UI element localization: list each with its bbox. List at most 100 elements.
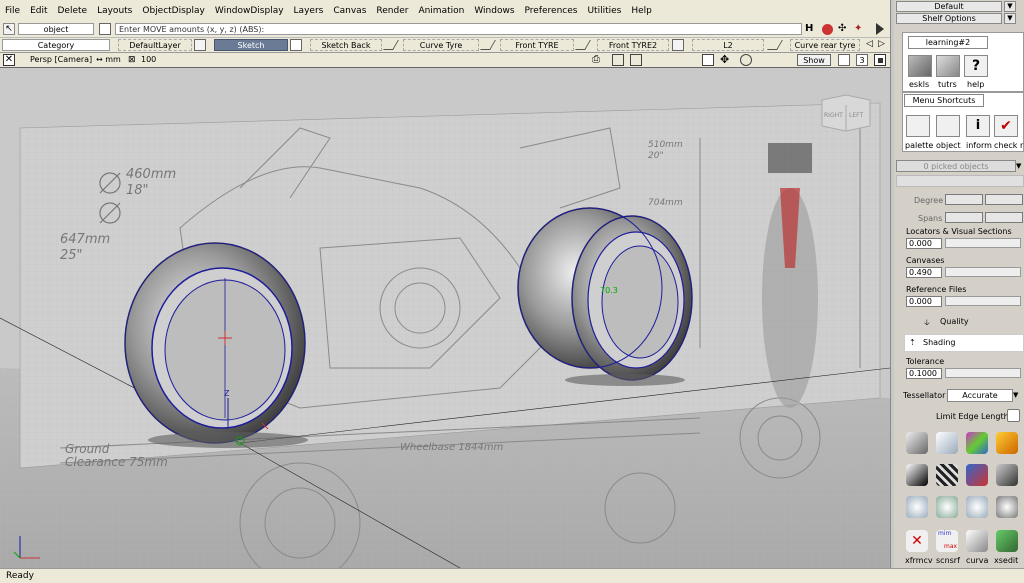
layer-l2[interactable]: L2: [692, 39, 764, 51]
shader-tool-icon-7[interactable]: [966, 464, 988, 486]
window-dots-icon[interactable]: [838, 54, 850, 66]
help-icon[interactable]: ?: [964, 55, 988, 77]
picked-dropdown-arrow-icon[interactable]: ▼: [1016, 160, 1024, 172]
look-icon[interactable]: [740, 54, 752, 66]
view-cube[interactable]: RIGHT LEFT: [821, 94, 871, 132]
sphere-tool-icon-4[interactable]: [996, 496, 1018, 518]
wave-icon[interactable]: ✦: [854, 23, 866, 35]
eskls-icon[interactable]: [908, 55, 932, 77]
dolly-icon[interactable]: [630, 54, 642, 66]
layer-category[interactable]: Category: [2, 39, 110, 51]
scnsrf-icon[interactable]: mim max: [936, 530, 958, 552]
canvases-value[interactable]: 0.490: [906, 267, 942, 278]
shader-tool-icon-2[interactable]: [936, 432, 958, 454]
inform-icon[interactable]: i: [966, 115, 990, 137]
degree-field-b[interactable]: [985, 194, 1023, 205]
tolerance-slider[interactable]: [945, 368, 1021, 378]
canvases-slider[interactable]: [945, 267, 1021, 277]
menu-shortcuts-tab[interactable]: Menu Shortcuts: [904, 94, 984, 107]
layer-scroll-left-icon[interactable]: ◁: [866, 39, 873, 49]
shader-tool-icon-3[interactable]: [966, 432, 988, 454]
locators-slider[interactable]: [945, 238, 1021, 248]
viewport-close-icon[interactable]: ✕: [3, 54, 15, 66]
quality-section[interactable]: 🡣 Quality: [896, 313, 1024, 331]
prompt-list-icon[interactable]: [99, 23, 111, 35]
camera-icon[interactable]: ⎙: [592, 54, 606, 66]
show-button[interactable]: Show: [797, 54, 831, 66]
xsedit-icon[interactable]: [996, 530, 1018, 552]
spans-field-a[interactable]: [945, 212, 983, 223]
locators-value[interactable]: 0.000: [906, 238, 942, 249]
menu-preferences[interactable]: Preferences: [520, 6, 583, 16]
menu-layouts[interactable]: Layouts: [92, 6, 137, 16]
tumble-icon[interactable]: ✥: [720, 54, 729, 66]
menu-canvas[interactable]: Canvas: [328, 6, 371, 16]
layer-curve-rear-tyre[interactable]: Curve rear tyre: [790, 39, 860, 51]
layer-scroll-right-icon[interactable]: ▷: [878, 39, 885, 49]
layer-sketch[interactable]: Sketch: [214, 39, 288, 51]
check-icon[interactable]: ✔: [994, 115, 1018, 137]
maximize-icon[interactable]: [874, 54, 886, 66]
menu-animation[interactable]: Animation: [413, 6, 469, 16]
history-icon[interactable]: H: [805, 23, 816, 35]
menu-help[interactable]: Help: [626, 6, 657, 16]
tessellator-arrow-icon[interactable]: ▼: [1013, 389, 1022, 402]
xfrmcv-icon[interactable]: ✕: [906, 530, 928, 552]
limit-edge-checkbox[interactable]: [1007, 409, 1020, 422]
sphere-tool-icon-1[interactable]: [906, 496, 928, 518]
layer-sketch-back-curve-icon[interactable]: [383, 40, 399, 50]
viewport-canvas[interactable]: 460mm 18" 647mm 25" 510mm 20" 704mm Grou…: [0, 68, 890, 568]
shader-tool-icon-8[interactable]: [996, 464, 1018, 486]
layer-curve-tyre-icon[interactable]: [480, 40, 496, 50]
palette-icon[interactable]: [906, 115, 930, 137]
layer-l2-icon[interactable]: [767, 40, 783, 50]
layer-front-tyre[interactable]: Front TYRE: [500, 39, 574, 51]
degree-field-a[interactable]: [945, 194, 983, 205]
tutrs-icon[interactable]: [936, 55, 960, 77]
menu-windows[interactable]: Windows: [469, 6, 519, 16]
shelf-options-arrow-icon[interactable]: ▼: [1004, 13, 1016, 24]
pick-color-icon[interactable]: [822, 24, 833, 35]
shading-section[interactable]: ⇡ Shading: [904, 334, 1024, 352]
menu-render[interactable]: Render: [371, 6, 413, 16]
layer-default-toggle[interactable]: [194, 39, 206, 51]
menu-file[interactable]: File: [0, 6, 25, 16]
spans-field-b[interactable]: [985, 212, 1023, 223]
move-input[interactable]: Enter MOVE amounts (x, y, z) (ABS):: [115, 23, 802, 35]
window-count[interactable]: 3: [856, 54, 868, 66]
sphere-tool-icon-3[interactable]: [966, 496, 988, 518]
layer-front-tyre2[interactable]: Front TYRE2: [597, 39, 669, 51]
viewport-camera-label[interactable]: Persp [Camera]: [30, 54, 92, 66]
menu-edit[interactable]: Edit: [25, 6, 52, 16]
shader-tool-icon-5[interactable]: [906, 464, 928, 486]
shader-tool-icon-6[interactable]: [936, 464, 958, 486]
layer-sketch-back[interactable]: Sketch Back: [310, 39, 382, 51]
shelf-options-button[interactable]: Shelf Options: [896, 13, 1002, 24]
layout-dropdown[interactable]: Default: [896, 1, 1002, 12]
layer-front-tyre-icon[interactable]: [575, 40, 591, 50]
object-icon[interactable]: [936, 115, 960, 137]
reference-files-value[interactable]: 0.000: [906, 296, 942, 307]
pick-mode-field[interactable]: object: [18, 23, 94, 35]
target-icon[interactable]: ✣: [838, 23, 850, 35]
shader-tool-icon-4[interactable]: [996, 432, 1018, 454]
layer-sketch-toggle[interactable]: [290, 39, 302, 51]
view-cube-right[interactable]: RIGHT: [824, 112, 843, 119]
film-icon[interactable]: [612, 54, 624, 66]
sphere-tool-icon-2[interactable]: [936, 496, 958, 518]
layer-curve-tyre[interactable]: Curve Tyre: [403, 39, 479, 51]
layer-front-tyre2-toggle[interactable]: [672, 39, 684, 51]
reference-files-slider[interactable]: [945, 296, 1021, 306]
pick-icon[interactable]: ↖: [3, 23, 15, 35]
menu-delete[interactable]: Delete: [53, 6, 93, 16]
view-icon-a[interactable]: [702, 54, 714, 66]
shader-tool-icon-1[interactable]: [906, 432, 928, 454]
shelf-tab-learning[interactable]: learning#2: [908, 36, 988, 49]
layer-defaultlayer[interactable]: DefaultLayer: [118, 39, 192, 51]
menu-layers[interactable]: Layers: [289, 6, 329, 16]
layout-dropdown-arrow-icon[interactable]: ▼: [1004, 1, 1016, 12]
tolerance-value[interactable]: 0.1000: [906, 368, 942, 379]
menu-windowdisplay[interactable]: WindowDisplay: [210, 6, 289, 16]
menu-objectdisplay[interactable]: ObjectDisplay: [137, 6, 210, 16]
view-cube-left[interactable]: LEFT: [849, 112, 863, 119]
